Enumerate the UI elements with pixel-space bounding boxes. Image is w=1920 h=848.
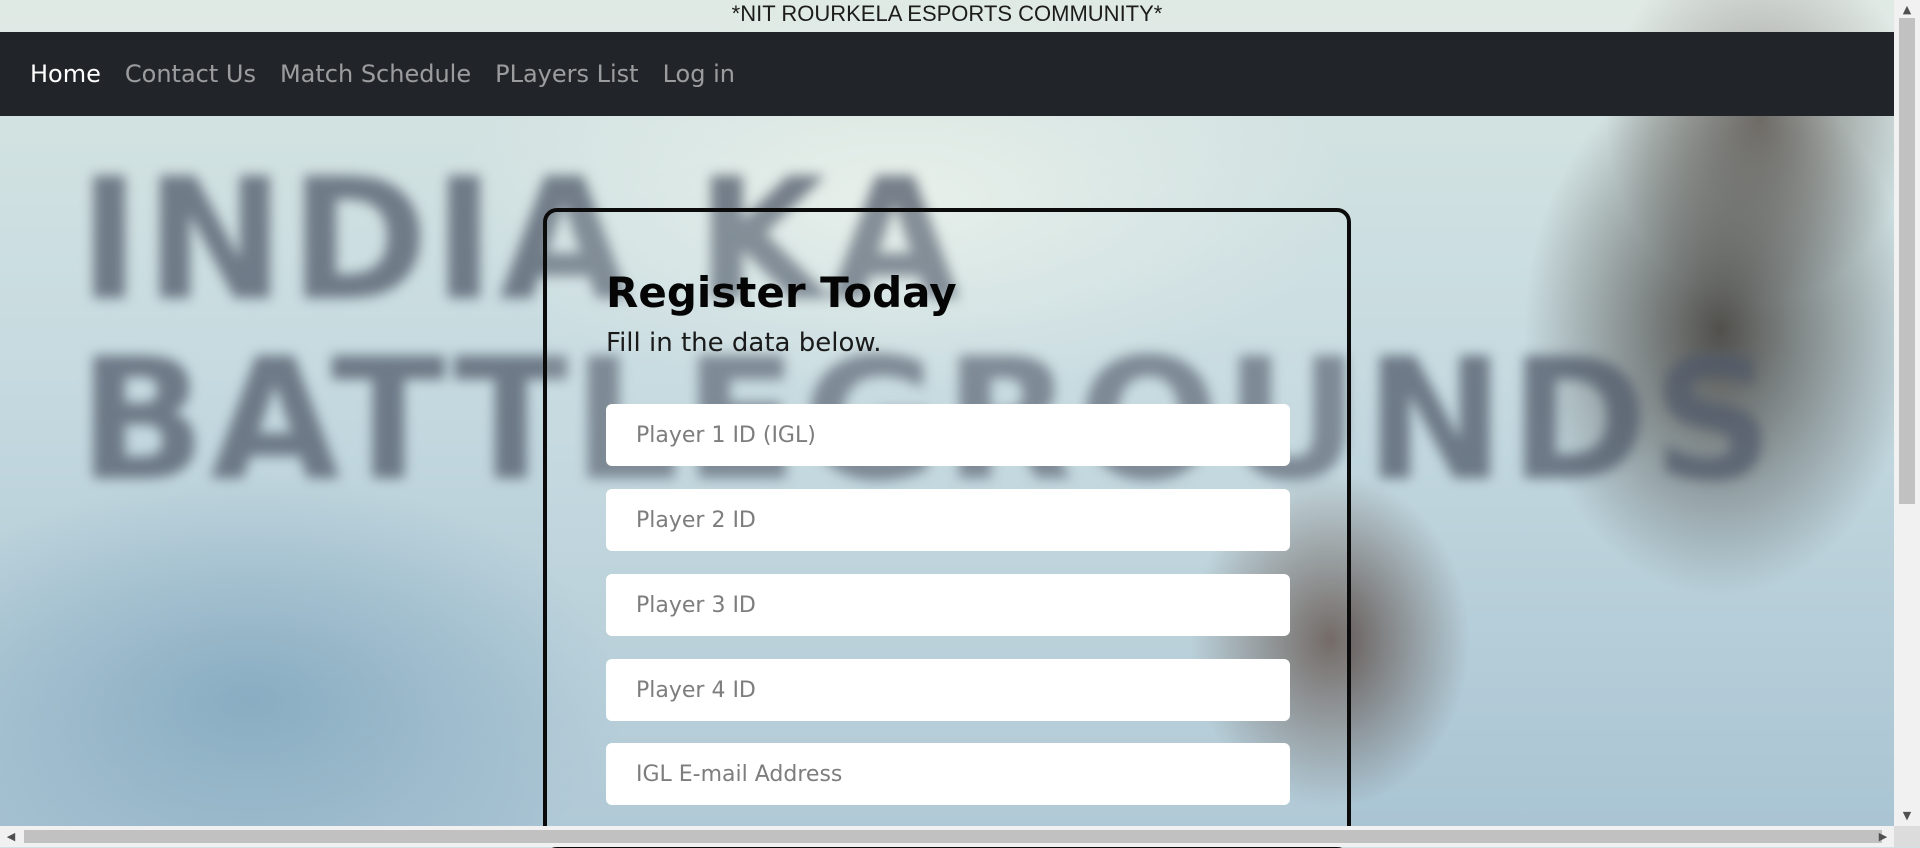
nav-item-log-in[interactable]: Log in: [663, 60, 735, 88]
triangle-right-icon[interactable]: ▶: [1872, 826, 1894, 847]
player-1-id-input[interactable]: [606, 404, 1290, 466]
form-subtitle: Fill in the data below.: [606, 328, 882, 358]
horizontal-scrollbar[interactable]: ◀ ▶: [0, 826, 1920, 847]
scrollbar-corner: [1894, 826, 1920, 847]
igl-email-input[interactable]: [606, 743, 1290, 805]
vertical-scrollbar[interactable]: ▲ ▼: [1894, 0, 1920, 826]
site-banner: *NIT ROURKELA ESPORTS COMMUNITY*: [0, 0, 1894, 32]
nav-item-match-schedule[interactable]: Match Schedule: [280, 60, 471, 88]
navbar: Home Contact Us Match Schedule PLayers L…: [0, 32, 1894, 116]
vertical-scroll-thumb[interactable]: [1899, 18, 1915, 504]
player-3-id-input[interactable]: [606, 574, 1290, 636]
triangle-left-icon[interactable]: ◀: [0, 826, 22, 847]
horizontal-scroll-thumb[interactable]: [24, 830, 1882, 843]
triangle-down-icon[interactable]: ▼: [1894, 806, 1920, 826]
player-4-id-input[interactable]: [606, 659, 1290, 721]
nav-item-home[interactable]: Home: [30, 60, 101, 88]
player-2-id-input[interactable]: [606, 489, 1290, 551]
triangle-up-icon[interactable]: ▲: [1894, 0, 1920, 20]
nav-item-contact-us[interactable]: Contact Us: [125, 60, 256, 88]
nav-item-players-list[interactable]: PLayers List: [495, 60, 638, 88]
form-title: Register Today: [606, 268, 957, 317]
